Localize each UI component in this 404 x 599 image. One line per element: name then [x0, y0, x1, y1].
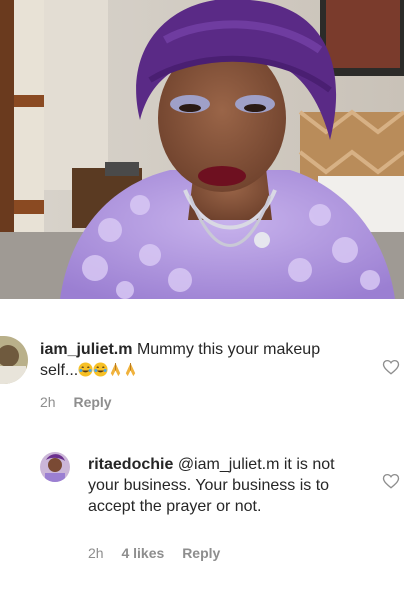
likes-count[interactable]: 4 likes	[121, 545, 164, 561]
mention-link[interactable]: @iam_juliet.m	[178, 456, 280, 473]
reply-button[interactable]: Reply	[73, 394, 111, 410]
comment-meta: 2h Reply	[40, 394, 126, 410]
comment-time: 2h	[40, 394, 56, 410]
comment-text: iam_juliet.m Mummy this your makeup self…	[40, 339, 360, 381]
avatar[interactable]	[40, 452, 70, 482]
comment-text: ritaedochie @iam_juliet.m it is not your…	[88, 454, 360, 517]
heart-icon[interactable]	[382, 358, 400, 376]
post-photo-illustration	[0, 0, 404, 299]
comment-username[interactable]: ritaedochie	[88, 456, 173, 473]
emoji-group	[78, 362, 138, 379]
reply-button[interactable]: Reply	[182, 545, 220, 561]
comment-meta: 2h 4 likes Reply	[88, 545, 234, 561]
folded-hands-icon	[126, 362, 136, 377]
avatar[interactable]	[0, 336, 28, 384]
heart-icon[interactable]	[382, 472, 400, 490]
folded-hands-icon	[111, 362, 121, 377]
face-with-tears-of-joy-icon	[93, 362, 108, 377]
post-photo[interactable]	[0, 0, 404, 299]
face-with-tears-of-joy-icon	[78, 362, 93, 377]
comment-username[interactable]: iam_juliet.m	[40, 341, 132, 358]
comment-time: 2h	[88, 545, 104, 561]
